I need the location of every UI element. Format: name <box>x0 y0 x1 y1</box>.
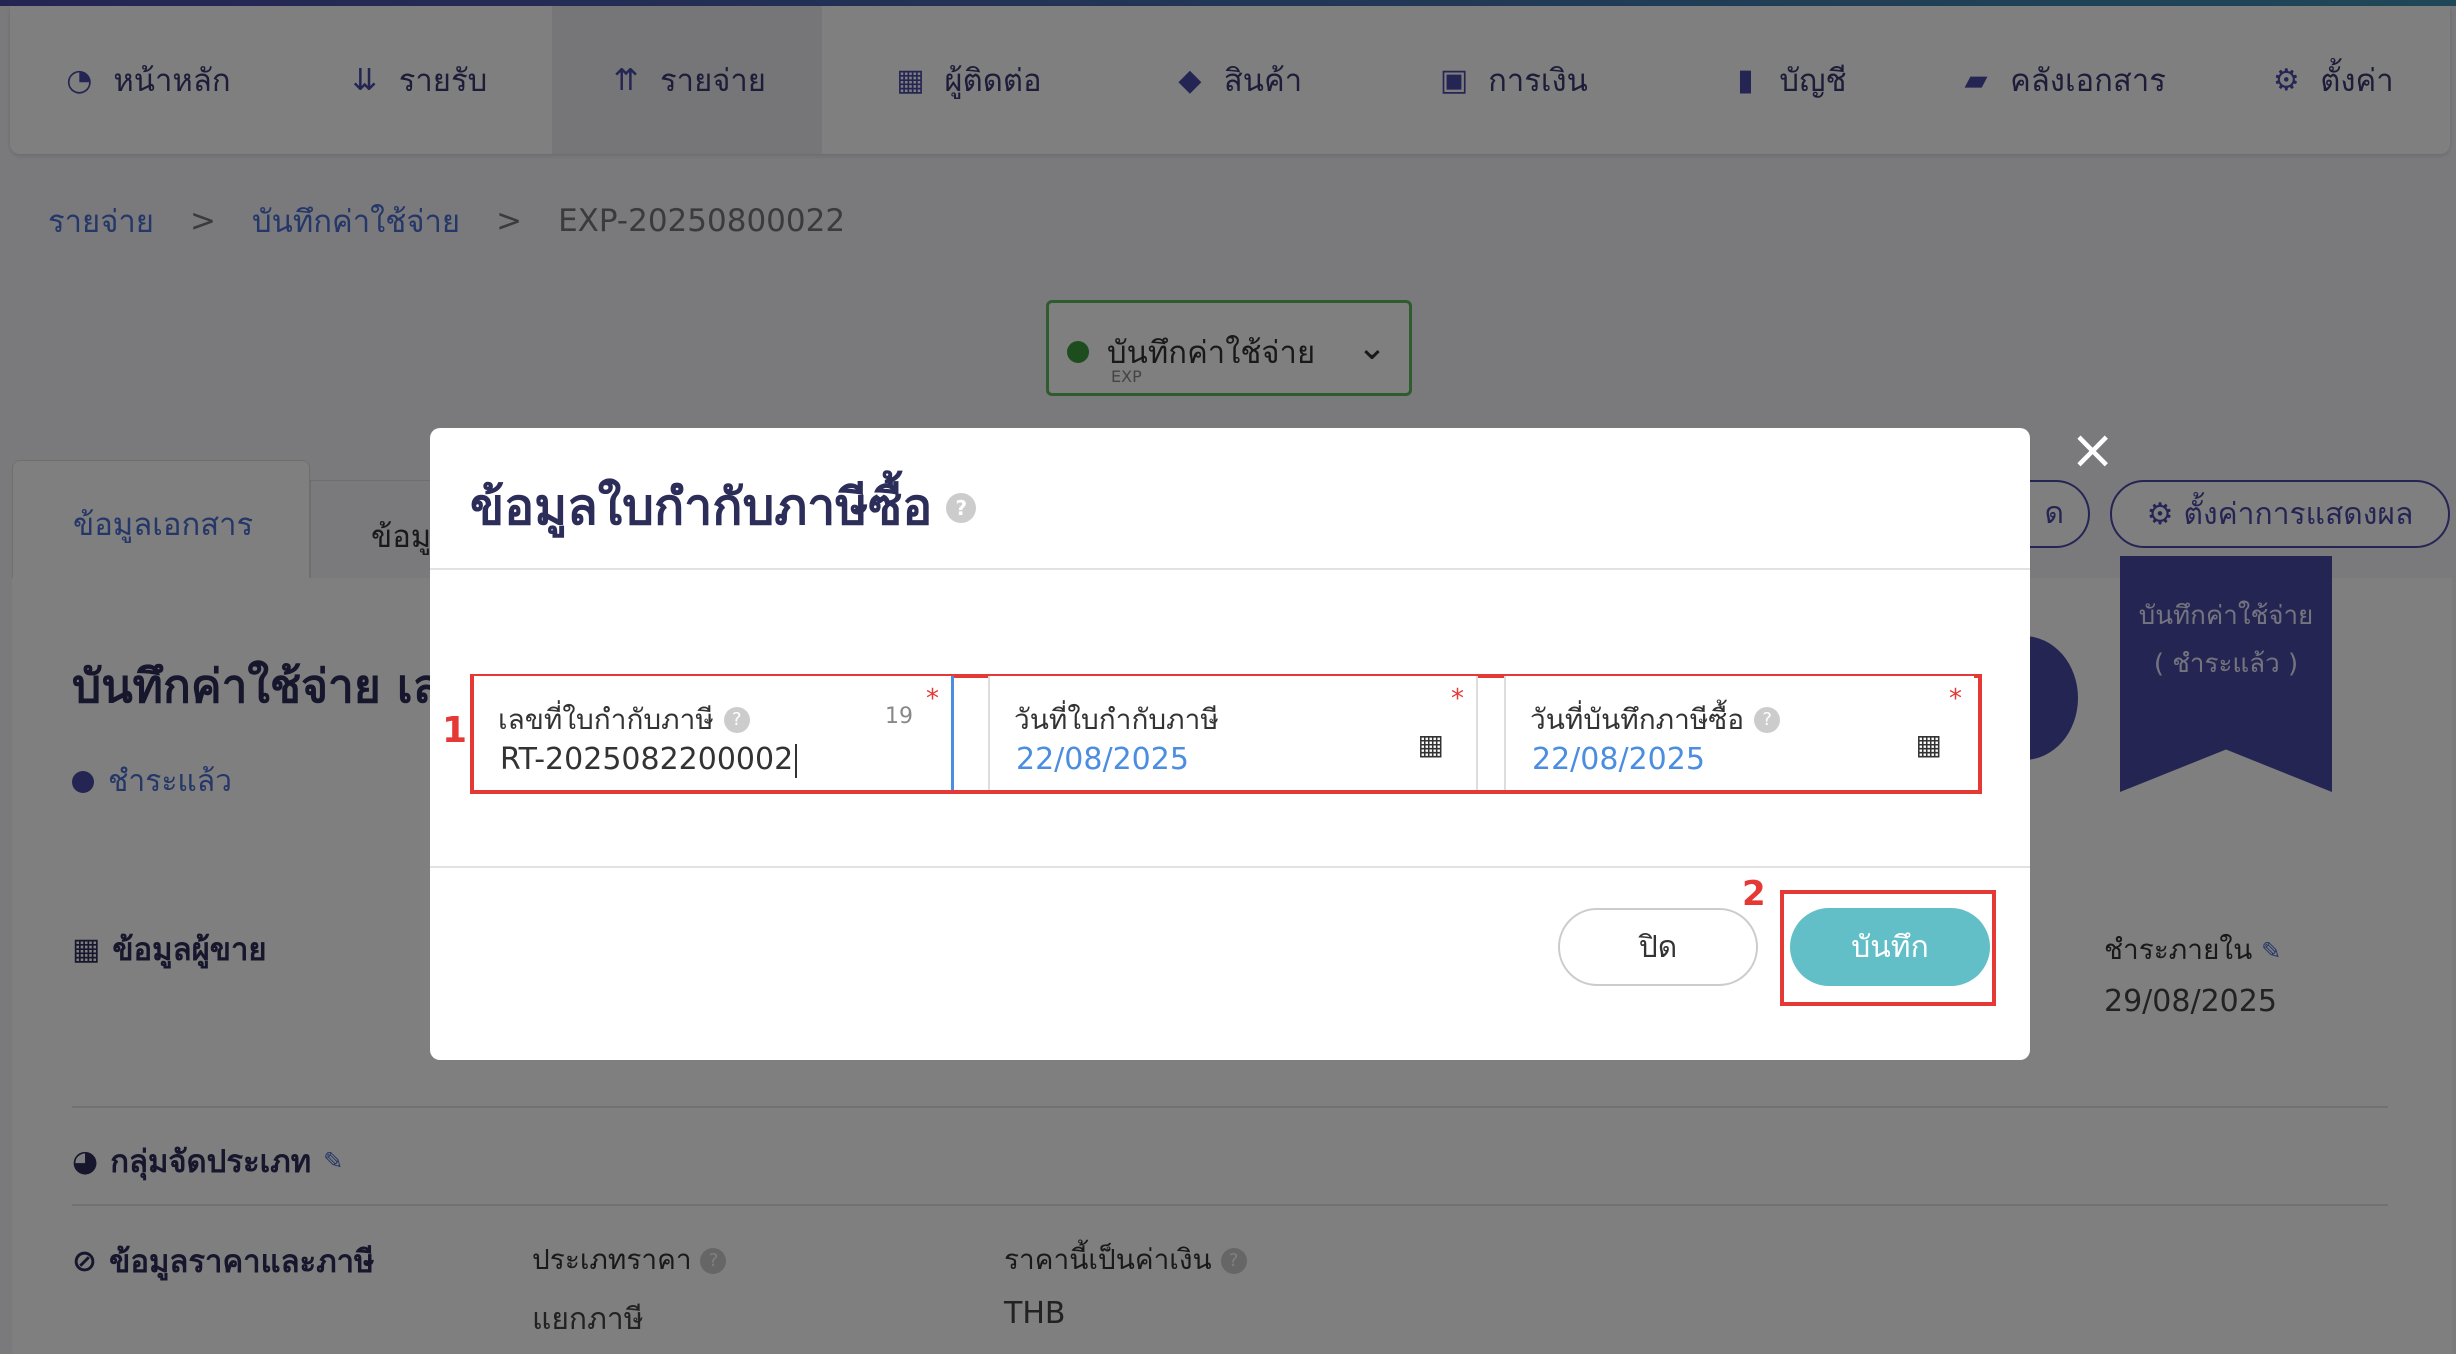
required-mark: * <box>926 684 939 714</box>
purchase-tax-date-label-text: วันที่บันทึกภาษีซื้อ <box>1530 703 1745 736</box>
modal-title-text: ข้อมูลใบกำกับภาษีซื้อ <box>470 478 933 536</box>
invoice-date-input[interactable]: 22/08/2025 <box>1016 742 1189 777</box>
char-count: 19 <box>885 704 913 729</box>
purchase-tax-date-label: วันที่บันทึกภาษีซื้อ ? <box>1530 698 1781 742</box>
close-button[interactable]: ปิด <box>1558 908 1758 986</box>
step-marker-1: 1 <box>442 710 468 751</box>
help-icon[interactable]: ? <box>723 707 750 733</box>
purchase-tax-date-input[interactable]: 22/08/2025 <box>1532 742 1705 777</box>
step-marker-2: 2 <box>1742 874 1766 914</box>
divider <box>430 568 2030 570</box>
invoice-number-label: เลขที่ใบกำกับภาษี ? <box>498 698 750 742</box>
invoice-fields: เลขที่ใบกำกับภาษี ? 19 * RT-202508220000… <box>474 676 1974 790</box>
save-button[interactable]: บันทึก <box>1790 908 1990 986</box>
invoice-number-label-text: เลขที่ใบกำกับภาษี <box>498 703 714 736</box>
invoice-number-value: RT-2025082200002 <box>500 742 794 777</box>
invoice-date-field[interactable]: วันที่ใบกำกับภาษี * ▦ 22/08/2025 <box>988 676 1478 790</box>
invoice-number-input[interactable]: RT-2025082200002 <box>500 742 798 778</box>
purchase-tax-date-field[interactable]: วันที่บันทึกภาษีซื้อ ? * ▦ 22/08/2025 <box>1504 676 1974 790</box>
close-icon[interactable]: × <box>2070 423 2115 477</box>
help-icon[interactable]: ? <box>946 492 977 523</box>
required-mark: * <box>1949 684 1962 714</box>
tax-invoice-modal: ข้อมูลใบกำกับภาษีซื้อ ? 1 เลขที่ใบกำกับภ… <box>430 428 2030 1060</box>
calendar-icon[interactable]: ▦ <box>1916 728 1942 761</box>
text-caret <box>795 743 798 778</box>
calendar-icon[interactable]: ▦ <box>1418 728 1444 761</box>
divider <box>430 866 2030 868</box>
invoice-number-field[interactable]: เลขที่ใบกำกับภาษี ? 19 * RT-202508220000… <box>474 676 954 790</box>
required-mark: * <box>1451 684 1464 714</box>
help-icon[interactable]: ? <box>1754 707 1781 733</box>
invoice-date-label-text: วันที่ใบกำกับภาษี <box>1014 703 1219 736</box>
invoice-date-label: วันที่ใบกำกับภาษี <box>1014 698 1219 742</box>
modal-title: ข้อมูลใบกำกับภาษีซื้อ ? <box>470 468 977 547</box>
